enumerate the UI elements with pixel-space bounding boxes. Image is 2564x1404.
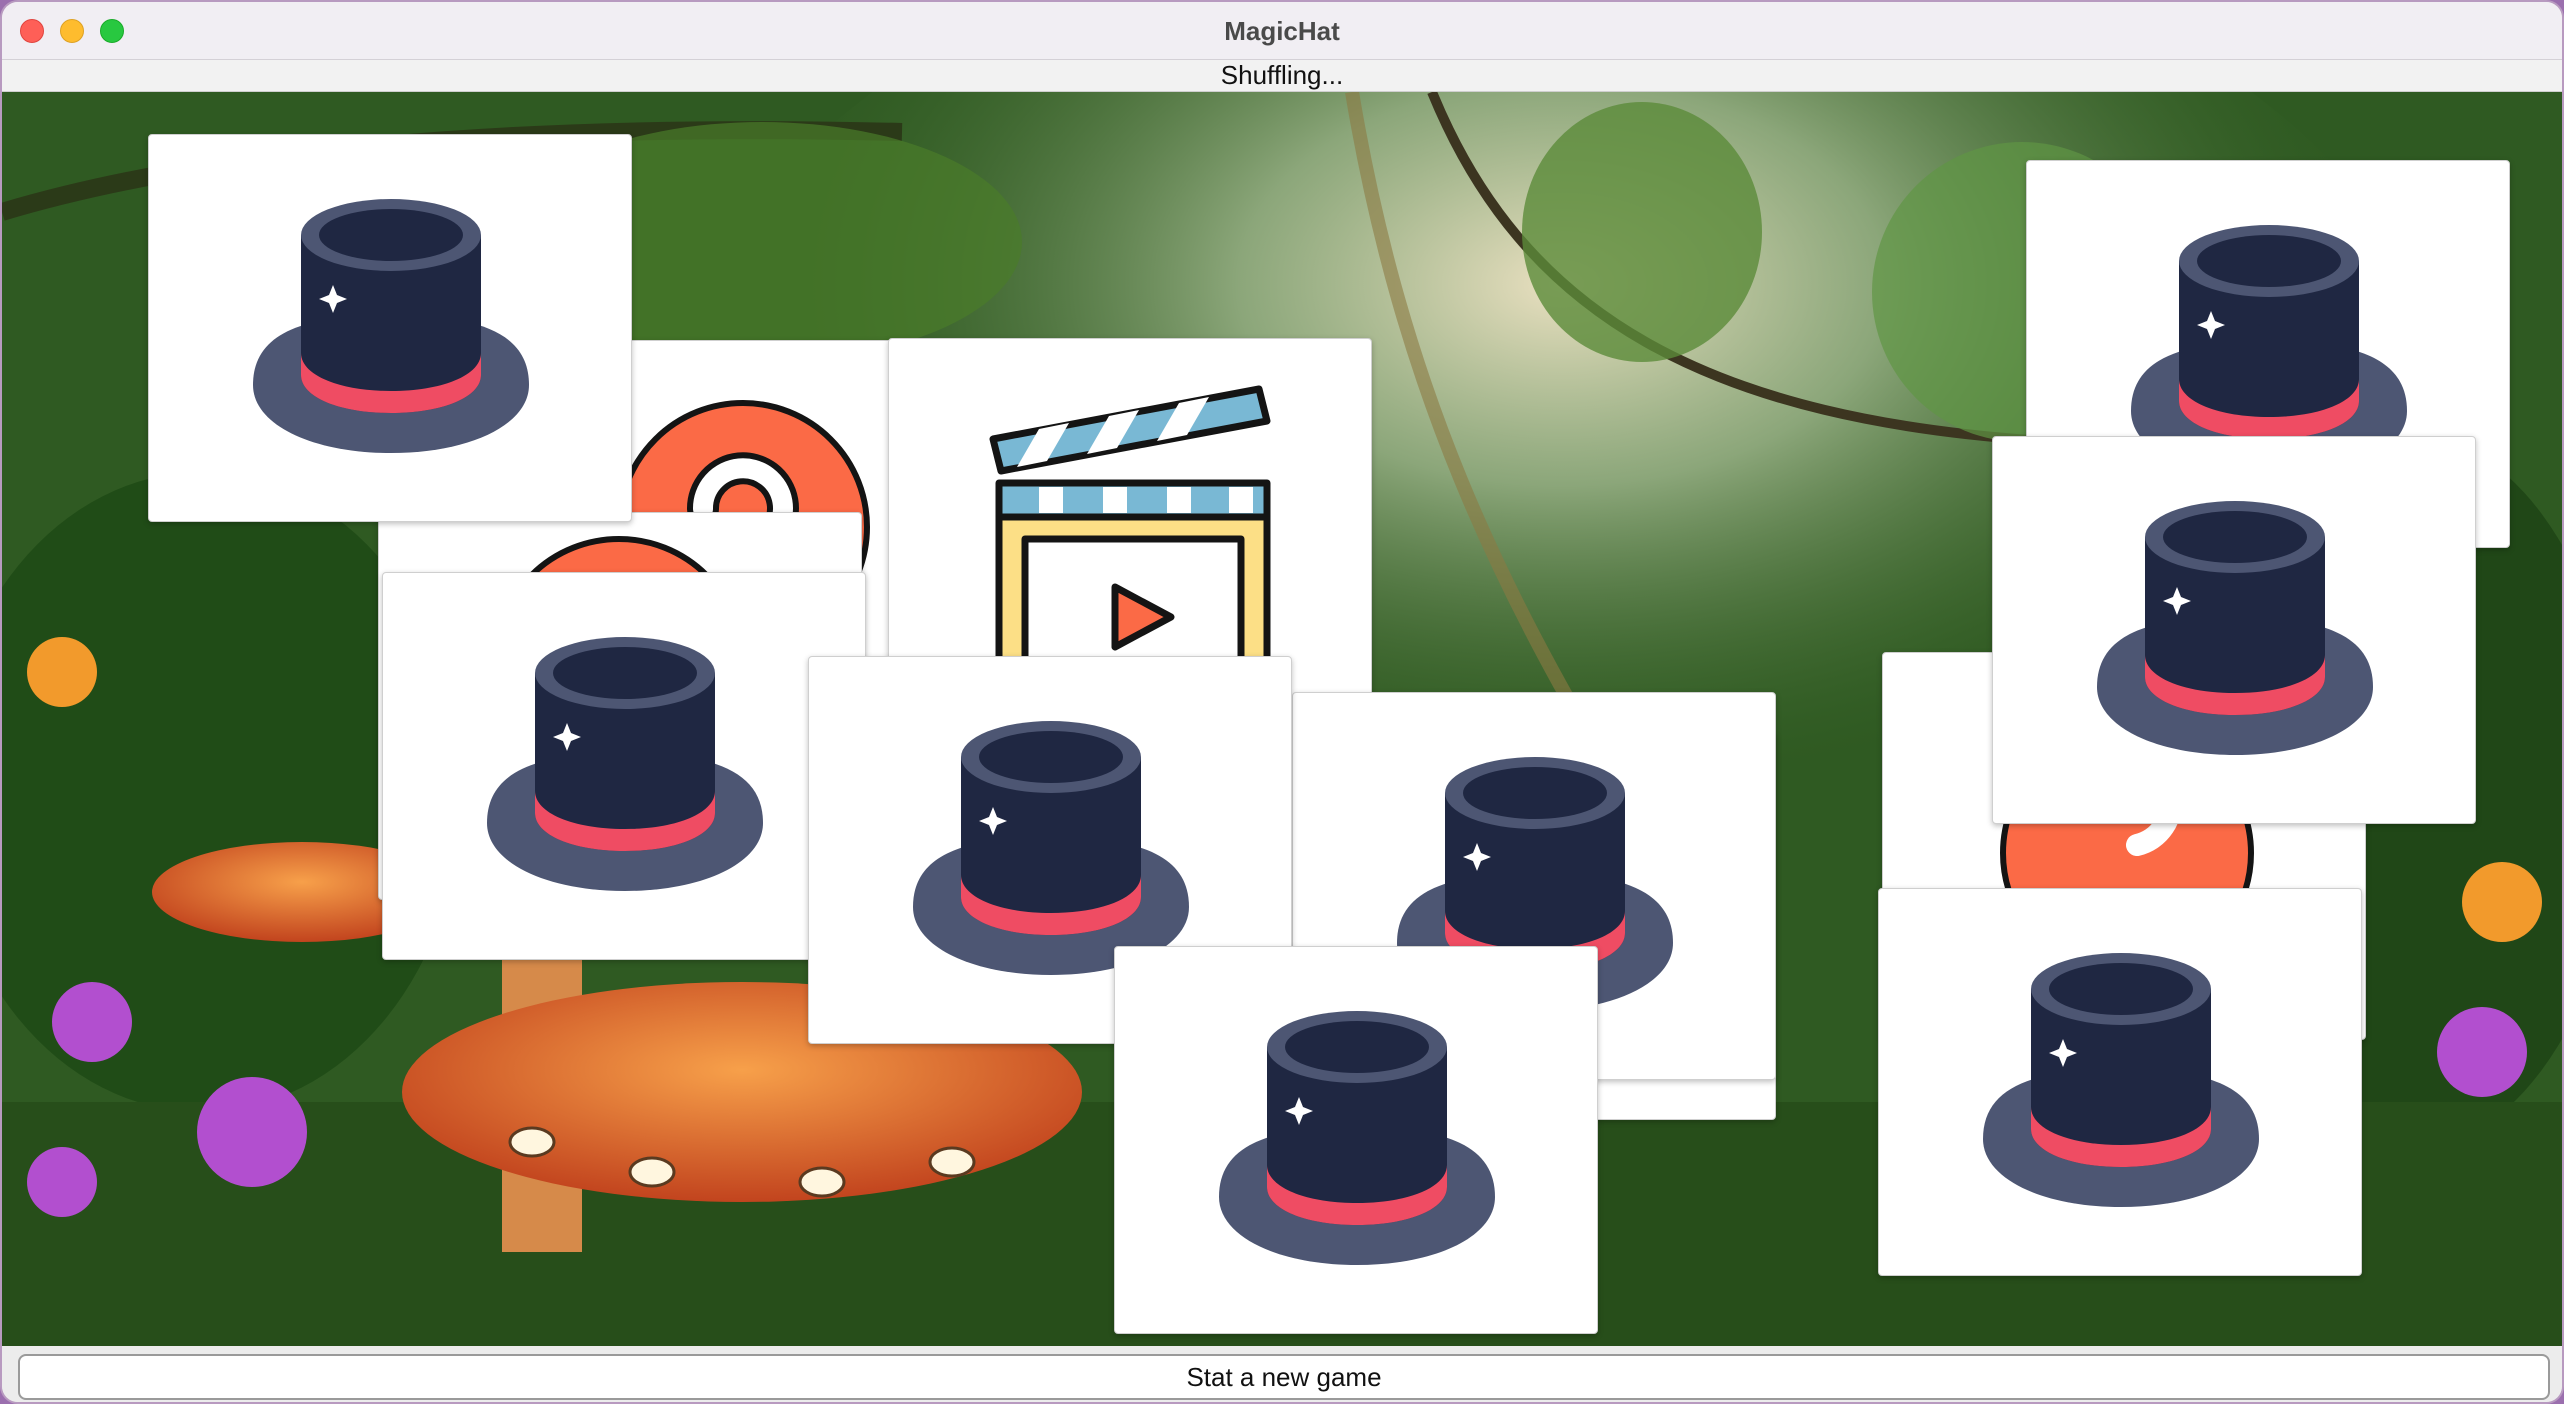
memory-card[interactable] — [148, 134, 632, 522]
memory-card[interactable] — [1878, 888, 2362, 1276]
top-hat-icon — [253, 199, 529, 453]
app-window: MagicHat Shuffling... Stat a new game — [0, 0, 2564, 1404]
status-label: Shuffling... — [2, 60, 2562, 92]
memory-card[interactable] — [1992, 436, 2476, 824]
top-hat-icon — [2097, 501, 2373, 755]
game-board — [2, 92, 2562, 1346]
top-hat-icon — [1219, 1011, 1495, 1265]
memory-card[interactable] — [382, 572, 866, 960]
window-title: MagicHat — [1224, 16, 1340, 46]
top-hat-icon — [1983, 953, 2259, 1207]
top-hat-icon — [487, 637, 763, 891]
start-new-game-button[interactable]: Stat a new game — [18, 1354, 2550, 1400]
bottom-panel: Stat a new game — [2, 1346, 2562, 1402]
title-bar: MagicHat — [2, 2, 2562, 60]
memory-card[interactable] — [1114, 946, 1598, 1334]
